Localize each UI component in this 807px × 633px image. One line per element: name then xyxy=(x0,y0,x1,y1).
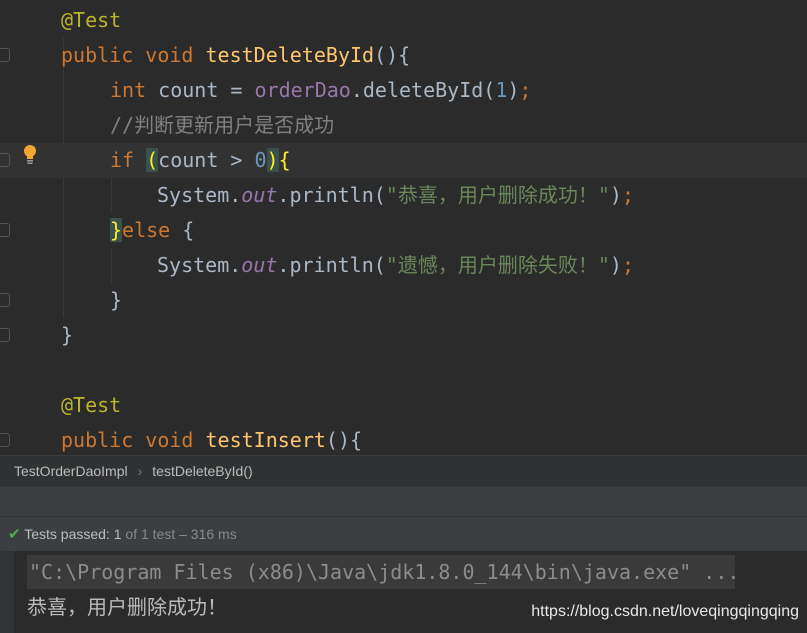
breadcrumb-item[interactable]: TestOrderDaoImpl xyxy=(14,463,128,479)
comment: //判断更新用户是否成功 xyxy=(110,113,335,137)
static-field: out xyxy=(241,183,278,207)
code-text: { xyxy=(182,218,195,242)
paren-match: ( xyxy=(146,148,159,172)
code-text: .println( xyxy=(277,183,386,207)
semicolon: ; xyxy=(621,253,634,277)
fold-marker-icon[interactable] xyxy=(0,223,10,237)
keyword: public void xyxy=(61,428,206,452)
annotation: @Test xyxy=(61,8,122,32)
status-count: 1 xyxy=(113,526,122,542)
keyword: else xyxy=(122,218,183,242)
status-total: of 1 test xyxy=(121,526,176,542)
code-text: ) xyxy=(609,253,622,277)
field: orderDao xyxy=(254,78,351,102)
console-output-line: 恭喜，用户删除成功！ xyxy=(27,595,227,619)
fold-marker-icon[interactable] xyxy=(0,48,10,62)
code-line: public void testInsert(){ xyxy=(0,423,807,455)
string: "恭喜，用户删除成功！" xyxy=(385,183,610,207)
check-icon: ✔ xyxy=(8,526,21,543)
fold-marker-icon[interactable] xyxy=(0,293,10,307)
breadcrumb: TestOrderDaoImpl › testDeleteById() xyxy=(0,455,807,486)
code-line: System.out.println("遗憾，用户删除失败！"); xyxy=(0,248,807,283)
test-status-bar: ✔ Tests passed: 1 of 1 test – 316 ms xyxy=(0,516,807,551)
breadcrumb-item[interactable]: testDeleteById() xyxy=(152,463,252,479)
code-text: .deleteById( xyxy=(350,78,496,102)
breadcrumb-separator: › xyxy=(137,463,143,479)
code-line: }else { xyxy=(0,213,807,248)
code-text: ) xyxy=(507,78,520,102)
console-command-line[interactable]: "C:\Program Files (x86)\Java\jdk1.8.0_14… xyxy=(27,555,739,589)
code-line: } xyxy=(0,318,807,353)
code-text: } xyxy=(110,288,123,312)
run-toolbar xyxy=(0,486,807,516)
number: 0 xyxy=(254,148,267,172)
code-text: (){ xyxy=(374,43,411,67)
code-line: @Test xyxy=(0,388,807,423)
code-line: System.out.println("恭喜，用户删除成功！"); xyxy=(0,178,807,213)
code-text: System. xyxy=(157,253,242,277)
status-time: – 316 ms xyxy=(175,526,237,542)
keyword: int xyxy=(110,78,159,102)
code-line: //判断更新用户是否成功 xyxy=(0,108,807,143)
keyword: if xyxy=(110,148,147,172)
code-line-current: if (count > 0){ xyxy=(0,143,807,178)
code-line: } xyxy=(0,283,807,318)
code-text: System. xyxy=(157,183,242,207)
paren-match: ) xyxy=(266,148,279,172)
brace-match: } xyxy=(110,218,123,242)
code-text: .println( xyxy=(277,253,386,277)
code-text: count = xyxy=(158,78,255,102)
lightbulb-icon[interactable] xyxy=(23,145,37,165)
code-text: count > xyxy=(158,148,255,172)
string: "遗憾，用户删除失败！" xyxy=(385,253,610,277)
code-line: public void testDeleteById(){ xyxy=(0,38,807,73)
number: 1 xyxy=(495,78,508,102)
method-name: testInsert xyxy=(205,428,326,452)
static-field: out xyxy=(241,253,278,277)
keyword: public void xyxy=(61,43,206,67)
status-label: Tests passed: xyxy=(24,526,114,542)
semicolon: ; xyxy=(519,78,532,102)
watermark: https://blog.csdn.net/loveqingqingqing xyxy=(531,603,799,620)
code-line: @Test xyxy=(0,3,807,38)
code-line: int count = orderDao.deleteById(1); xyxy=(0,73,807,108)
code-text: } xyxy=(61,323,74,347)
semicolon: ; xyxy=(621,183,634,207)
fold-marker-icon[interactable] xyxy=(0,328,10,342)
code-text: (){ xyxy=(325,428,363,452)
console-gutter xyxy=(0,551,14,633)
fold-marker-icon[interactable] xyxy=(0,153,10,167)
method-name: testDeleteById xyxy=(205,43,375,67)
annotation: @Test xyxy=(61,393,122,417)
brace: { xyxy=(278,148,291,172)
code-editor[interactable]: @Test public void testDeleteById(){ int … xyxy=(0,0,807,455)
code-text: ) xyxy=(609,183,622,207)
fold-marker-icon[interactable] xyxy=(0,433,10,447)
